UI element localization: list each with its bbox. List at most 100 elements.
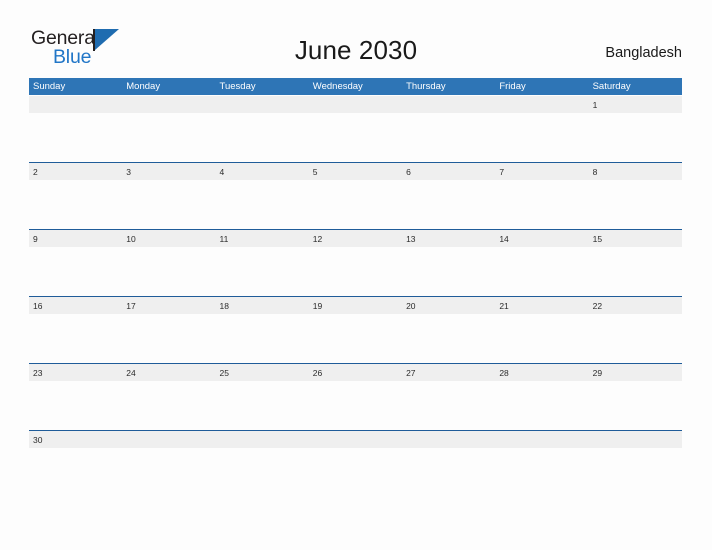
day-number[interactable]: 16: [29, 297, 122, 314]
day-number[interactable]: 24: [122, 364, 215, 381]
day-event-cell[interactable]: [29, 247, 122, 296]
day-number[interactable]: 13: [402, 230, 495, 247]
day-event-cell[interactable]: [495, 113, 588, 162]
day-number[interactable]: 6: [402, 163, 495, 180]
day-event-cell[interactable]: [216, 180, 309, 229]
day-number[interactable]: 3: [122, 163, 215, 180]
day-number[interactable]: 30: [29, 431, 122, 448]
day-number[interactable]: [29, 96, 122, 113]
country-label: Bangladesh: [605, 45, 682, 61]
day-number[interactable]: 11: [216, 230, 309, 247]
day-of-week-monday: Monday: [126, 81, 161, 92]
day-number[interactable]: 22: [589, 297, 682, 314]
week-event-area: [29, 247, 682, 296]
day-event-cell[interactable]: [309, 381, 402, 430]
day-event-cell[interactable]: [309, 113, 402, 162]
day-event-cell[interactable]: [495, 381, 588, 430]
day-number[interactable]: 1: [589, 96, 682, 113]
day-event-cell[interactable]: [216, 381, 309, 430]
day-number[interactable]: 17: [122, 297, 215, 314]
day-event-cell[interactable]: [122, 180, 215, 229]
day-number[interactable]: 29: [589, 364, 682, 381]
day-event-cell[interactable]: [402, 314, 495, 363]
day-event-cell[interactable]: [29, 180, 122, 229]
week-event-area: [29, 448, 682, 497]
day-event-cell[interactable]: [216, 448, 309, 497]
day-number[interactable]: [589, 431, 682, 448]
day-event-cell[interactable]: [495, 180, 588, 229]
day-number[interactable]: 23: [29, 364, 122, 381]
day-number[interactable]: 25: [216, 364, 309, 381]
day-number[interactable]: [309, 96, 402, 113]
day-number[interactable]: 12: [309, 230, 402, 247]
day-event-cell[interactable]: [216, 113, 309, 162]
day-number[interactable]: [216, 96, 309, 113]
day-event-cell[interactable]: [216, 314, 309, 363]
week-date-band: 16 17 18 19 20 21 22: [29, 297, 682, 314]
day-event-cell[interactable]: [122, 448, 215, 497]
day-number[interactable]: 7: [495, 163, 588, 180]
day-number[interactable]: [216, 431, 309, 448]
calendar-week-row: 1: [29, 95, 682, 162]
day-number[interactable]: [122, 96, 215, 113]
day-number[interactable]: 4: [216, 163, 309, 180]
day-number[interactable]: 19: [309, 297, 402, 314]
day-number[interactable]: 2: [29, 163, 122, 180]
day-number[interactable]: [495, 96, 588, 113]
day-number[interactable]: [402, 431, 495, 448]
calendar-grid: Sunday Monday Tuesday Wednesday Thursday…: [29, 78, 682, 497]
day-event-cell[interactable]: [589, 381, 682, 430]
day-number[interactable]: 8: [589, 163, 682, 180]
day-event-cell[interactable]: [122, 381, 215, 430]
day-event-cell[interactable]: [309, 247, 402, 296]
day-event-cell[interactable]: [29, 381, 122, 430]
calendar-week-row: 9 10 11 12 13 14 15: [29, 229, 682, 296]
day-number[interactable]: [402, 96, 495, 113]
day-event-cell[interactable]: [29, 314, 122, 363]
day-event-cell[interactable]: [402, 113, 495, 162]
day-number[interactable]: 20: [402, 297, 495, 314]
week-event-area: [29, 113, 682, 162]
day-event-cell[interactable]: [29, 113, 122, 162]
day-event-cell[interactable]: [122, 314, 215, 363]
day-number[interactable]: 9: [29, 230, 122, 247]
day-event-cell[interactable]: [495, 448, 588, 497]
day-event-cell[interactable]: [309, 180, 402, 229]
page-header: General Blue June 2030 Bangladesh: [0, 0, 712, 76]
day-number[interactable]: 14: [495, 230, 588, 247]
day-event-cell[interactable]: [29, 448, 122, 497]
day-number[interactable]: 26: [309, 364, 402, 381]
day-event-cell[interactable]: [402, 381, 495, 430]
day-event-cell[interactable]: [402, 180, 495, 229]
day-event-cell[interactable]: [402, 247, 495, 296]
day-event-cell[interactable]: [589, 180, 682, 229]
day-of-week-friday: Friday: [499, 81, 526, 92]
day-number[interactable]: [122, 431, 215, 448]
day-number[interactable]: 10: [122, 230, 215, 247]
day-event-cell[interactable]: [122, 113, 215, 162]
week-date-band: 9 10 11 12 13 14 15: [29, 230, 682, 247]
day-event-cell[interactable]: [309, 314, 402, 363]
day-number[interactable]: 15: [589, 230, 682, 247]
day-number[interactable]: 28: [495, 364, 588, 381]
day-event-cell[interactable]: [495, 247, 588, 296]
day-event-cell[interactable]: [589, 314, 682, 363]
day-number[interactable]: [495, 431, 588, 448]
day-event-cell[interactable]: [216, 247, 309, 296]
day-number[interactable]: 5: [309, 163, 402, 180]
day-of-week-wednesday: Wednesday: [312, 81, 363, 92]
day-event-cell[interactable]: [402, 448, 495, 497]
day-of-week-tuesday: Tuesday: [219, 81, 256, 92]
day-event-cell[interactable]: [589, 113, 682, 162]
day-number[interactable]: [309, 431, 402, 448]
day-number[interactable]: 27: [402, 364, 495, 381]
day-event-cell[interactable]: [122, 247, 215, 296]
day-event-cell[interactable]: [589, 247, 682, 296]
day-event-cell[interactable]: [589, 448, 682, 497]
calendar-week-row: 23 24 25 26 27 28 29: [29, 363, 682, 430]
day-event-cell[interactable]: [495, 314, 588, 363]
day-event-cell[interactable]: [309, 448, 402, 497]
week-event-area: [29, 381, 682, 430]
day-number[interactable]: 18: [216, 297, 309, 314]
day-number[interactable]: 21: [495, 297, 588, 314]
